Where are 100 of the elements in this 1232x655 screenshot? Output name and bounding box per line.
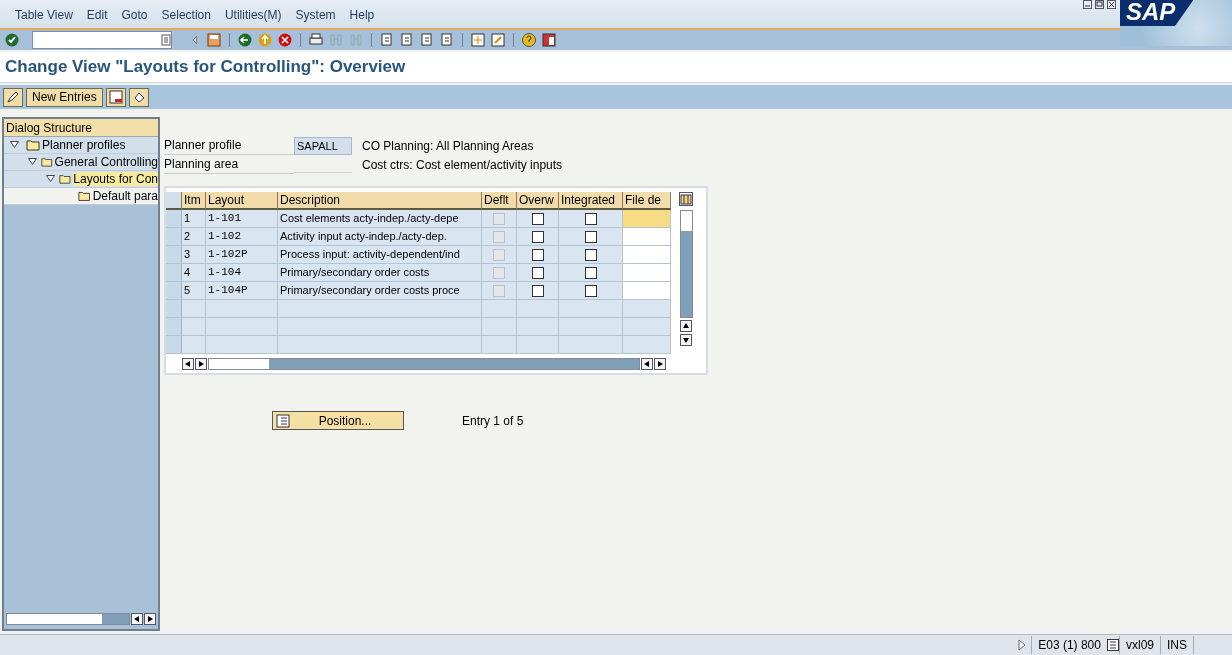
table-cell: 1-102	[206, 228, 278, 246]
table-cell: 1-104P	[206, 282, 278, 300]
column-header[interactable]: Integrated	[559, 192, 623, 210]
checkbox[interactable]	[531, 212, 544, 225]
column-header[interactable]: Layout	[206, 192, 278, 210]
input-field[interactable]	[623, 282, 671, 300]
triangle-right-icon	[147, 616, 153, 622]
scroll-left-button[interactable]	[131, 613, 143, 625]
maximize-icon[interactable]	[1095, 0, 1104, 9]
command-field[interactable]	[32, 31, 172, 49]
checkbox[interactable]	[531, 230, 544, 243]
list-icon[interactable]	[1106, 639, 1119, 651]
entry-count: Entry 1 of 5	[462, 413, 524, 428]
input-field[interactable]	[623, 264, 671, 282]
triangle-left-icon	[134, 616, 140, 622]
field-description: Cost ctrs: Cost element/activity inputs	[362, 157, 563, 172]
checkbox[interactable]	[584, 248, 597, 261]
table-cell: Process input: activity-dependent/ind	[278, 246, 482, 264]
checkbox[interactable]	[531, 266, 544, 279]
checkbox[interactable]	[584, 212, 597, 225]
triangle-right-icon[interactable]	[1017, 639, 1028, 651]
menu-item[interactable]: Selection	[154, 8, 218, 28]
scroll-left-button[interactable]	[182, 358, 194, 370]
menu-item[interactable]: Utilities(M)	[217, 8, 289, 28]
help-icon[interactable]	[521, 32, 537, 48]
folder-icon	[26, 139, 40, 151]
column-header[interactable]: Itm	[182, 192, 206, 210]
table-cell: Activity input acty-indep./acty-dep.	[278, 228, 482, 246]
panel-heading: Dialog Structure	[4, 119, 158, 137]
system-info: E03 (1) 800	[1031, 636, 1107, 654]
folder-icon	[59, 173, 72, 185]
cancel-icon[interactable]	[277, 32, 293, 48]
menu-item[interactable]: Goto	[114, 8, 155, 28]
menu-item[interactable]: Edit	[79, 8, 115, 28]
close-icon[interactable]	[1107, 0, 1116, 9]
menu-item[interactable]: System	[288, 8, 343, 28]
field-description: CO Planning: All Planning Areas	[362, 138, 534, 153]
scroll-right-button[interactable]	[195, 358, 207, 370]
column-header[interactable]: File de	[623, 192, 671, 210]
print-icon[interactable]	[308, 32, 324, 48]
checkbox[interactable]	[531, 284, 544, 297]
table-icon	[108, 90, 123, 104]
input-mode: INS	[1160, 636, 1193, 654]
scroll-right-button[interactable]	[654, 358, 666, 370]
scroll-up-button[interactable]	[680, 320, 692, 332]
scroll-left-button[interactable]	[641, 358, 653, 370]
scrollbar[interactable]	[679, 210, 693, 318]
logo: SAP	[1120, 0, 1194, 26]
triangle-right-icon	[657, 361, 663, 367]
check-icon[interactable]	[4, 32, 20, 48]
screen-title: Change View "Layouts for Controlling": Overview	[5, 57, 406, 77]
table-cell: Cost elements acty-indep./acty-depe	[278, 210, 482, 228]
table-cell: 1	[182, 210, 206, 228]
server-name: vxl09	[1118, 636, 1160, 654]
menu-item[interactable]: Help	[342, 8, 382, 28]
back-icon[interactable]	[237, 32, 253, 48]
folder-icon	[41, 156, 53, 168]
triangle-down-icon	[683, 337, 689, 343]
table-cell: 4	[182, 264, 206, 282]
position-button[interactable]: Position...	[272, 411, 404, 430]
input-field[interactable]	[623, 210, 671, 228]
triangle-up-icon	[683, 323, 689, 329]
undo-button[interactable]	[128, 87, 149, 107]
folder-icon	[78, 190, 91, 202]
column-header[interactable]: Description	[278, 192, 482, 210]
column-header[interactable]: Deflt	[482, 192, 517, 210]
table-cell: 3	[182, 246, 206, 264]
scrollbar[interactable]	[208, 358, 640, 370]
collapse-icon[interactable]	[28, 156, 37, 166]
checkbox[interactable]	[584, 284, 597, 297]
triangle-left-icon	[644, 361, 650, 367]
tree-item[interactable]: Layouts for Con	[73, 172, 158, 186]
scroll-down-button[interactable]	[680, 334, 692, 346]
list-icon	[276, 413, 290, 428]
checkbox[interactable]	[584, 230, 597, 243]
scroll-right-button[interactable]	[144, 613, 156, 625]
menu-item[interactable]: Table View	[8, 8, 80, 28]
table-cell: 5	[182, 282, 206, 300]
checkbox[interactable]	[584, 266, 597, 279]
checkbox[interactable]	[531, 248, 544, 261]
collapse-icon[interactable]	[46, 173, 55, 183]
table-cell: 2	[182, 228, 206, 246]
table-cell: Primary/secondary order costs proce	[278, 282, 482, 300]
minimize-icon[interactable]	[1083, 0, 1092, 9]
value-field[interactable]: SAPALL	[294, 136, 352, 155]
copy-button[interactable]	[105, 87, 126, 107]
input-field[interactable]	[623, 246, 671, 264]
save-icon[interactable]	[206, 32, 222, 48]
edit-button[interactable]	[3, 87, 23, 107]
select-all-cell[interactable]	[166, 192, 182, 210]
field-label: Planning area	[164, 155, 294, 174]
collapse-icon[interactable]	[10, 139, 19, 149]
input-field[interactable]	[623, 228, 671, 246]
column-settings-icon[interactable]	[679, 192, 693, 206]
triangle-right-icon	[198, 361, 204, 367]
new-entries-button[interactable]: New Entries	[26, 87, 103, 107]
column-header[interactable]: Overw	[517, 192, 559, 210]
table-cell: 1-102P	[206, 246, 278, 264]
scrollbar[interactable]	[6, 613, 130, 625]
pencil-icon	[6, 90, 20, 104]
